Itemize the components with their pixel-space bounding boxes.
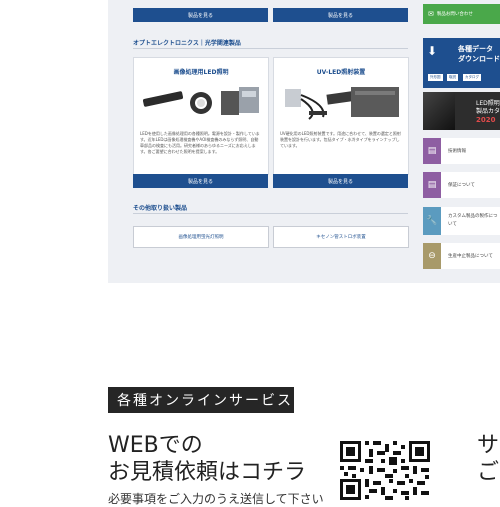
catalog-photo xyxy=(423,92,455,130)
quote-subtext: 必要事項をご入力のうえ送信して下さい xyxy=(108,492,324,506)
divider xyxy=(133,48,408,49)
product-card-uv-led: UV-LED照射装置 UV硬化用のLED照射装置です。用途に合わせて、装置の選定… xyxy=(273,57,409,175)
other-product-link-fluorescent[interactable]: 画像処理用蛍光灯照明 xyxy=(133,226,269,248)
sidebar-item-label: 技術情報 xyxy=(448,149,466,154)
divider xyxy=(133,213,408,214)
next-panel-heading-fragment-2: ご xyxy=(477,460,500,485)
online-services-tag: 各種オンラインサービス xyxy=(108,387,294,413)
contact-banner[interactable]: ✉ 製品お問い合わせ xyxy=(423,4,500,24)
optoelectronics-heading: オプトエレクトロニクス｜光学関連製品 xyxy=(133,40,241,47)
sidebar-item-tech-info[interactable]: ▤ 技術情報 xyxy=(423,138,500,164)
card-title: 画像処理用LED照明 xyxy=(173,69,229,76)
mail-icon: ✉ xyxy=(428,10,434,18)
contact-banner-label: 製品お問い合わせ xyxy=(436,12,473,17)
document-icon: ▤ xyxy=(423,138,441,164)
catalog-tag: 外形図 xyxy=(428,74,443,81)
led-catalog-subtitle: 製品カタ xyxy=(476,108,500,115)
sidebar-item-label: カスタム製品の製作について xyxy=(448,214,498,227)
document-icon: ▤ xyxy=(423,172,441,198)
product-card-led-lighting: 画像処理用LED照明 LEDを使用した画像処理用の各種照明。電源を設計・製作して… xyxy=(133,57,269,175)
catalog-tag: カタログ xyxy=(463,74,481,81)
view-products-button-top-right[interactable]: 製品を見る xyxy=(273,8,408,22)
catalog-download-banner[interactable]: ⬇ 各種データ ダウンロード 外形図 取説 カタログ xyxy=(423,38,500,88)
next-panel-heading-fragment-1: サ xyxy=(477,433,500,458)
other-products-heading: その他取り扱い製品 xyxy=(133,205,188,212)
sidebar-item-discontinued[interactable]: ⊖ 生産中止製品について xyxy=(423,243,500,269)
led-catalog-year: 2020 xyxy=(476,116,496,124)
card-title: UV-LED照射装置 xyxy=(316,69,366,76)
card-description: LEDを使用した画像処理用の各種照明。電源を設計・製作しています。近年LEDは画… xyxy=(140,131,260,154)
led-catalog-banner[interactable]: LED照明 製品カタ 2020 xyxy=(423,92,500,130)
led-lighting-product-image xyxy=(139,81,263,125)
catalog-tag: 取説 xyxy=(447,74,458,81)
uv-led-product-image xyxy=(279,81,403,125)
quote-headline-line2: お見積依頼はコチラ xyxy=(108,460,307,485)
wrench-icon: 🔧 xyxy=(423,207,441,235)
catalog-title: 各種データ xyxy=(458,45,493,53)
quote-headline-line1: WEBでの xyxy=(108,433,203,458)
download-icon: ⬇ xyxy=(427,44,438,58)
card-description: UV硬化用のLED照射装置です。用途に合わせて、装置の選定と照射装置を設計を行い… xyxy=(280,131,401,148)
other-product-link-xenon[interactable]: キセノン管ストロボ装置 xyxy=(273,226,409,248)
catalog-subtitle: ダウンロード xyxy=(458,55,500,63)
minus-circle-icon: ⊖ xyxy=(423,243,441,269)
qr-code[interactable] xyxy=(340,441,430,500)
sidebar-item-custom[interactable]: 🔧 カスタム製品の製作について xyxy=(423,207,500,235)
sidebar-item-warranty[interactable]: ▤ 保証について xyxy=(423,172,500,198)
view-products-button-led-lighting[interactable]: 製品を見る xyxy=(133,174,268,188)
view-products-button-top-left[interactable]: 製品を見る xyxy=(133,8,268,22)
view-products-button-uv-led[interactable]: 製品を見る xyxy=(273,174,408,188)
sidebar-item-label: 保証について xyxy=(448,183,475,188)
sidebar-item-label: 生産中止製品について xyxy=(448,254,493,259)
